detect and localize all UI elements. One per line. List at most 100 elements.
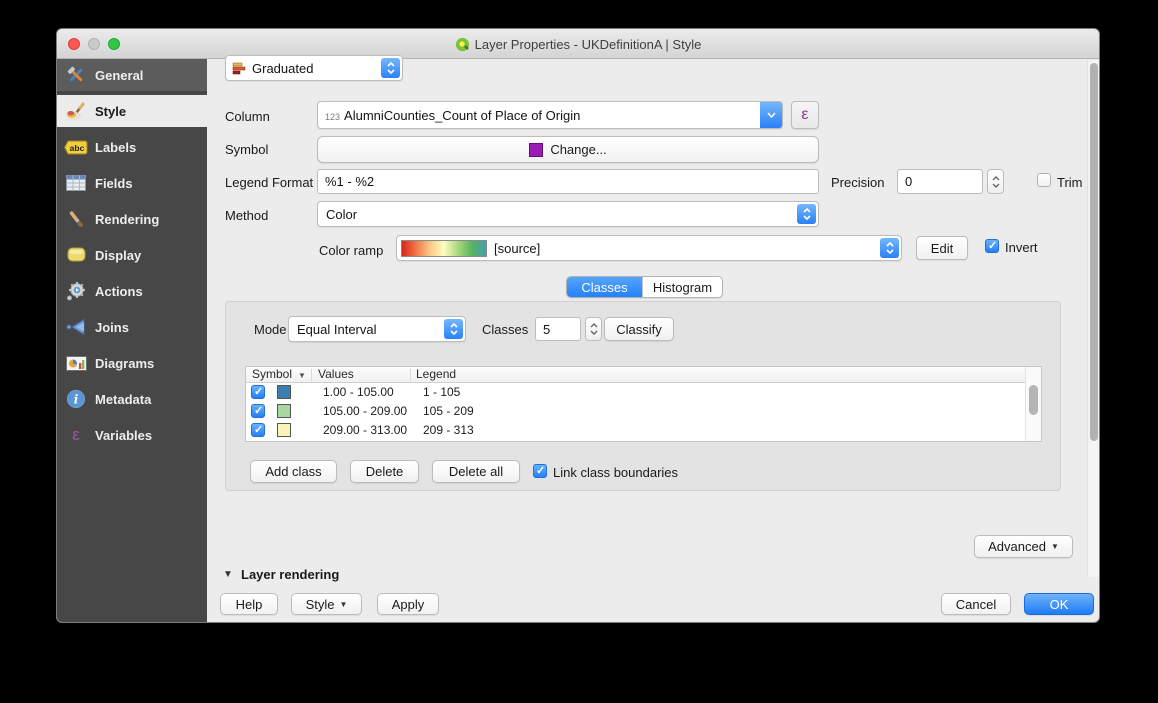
sidebar-item-label: Variables [95, 428, 152, 443]
layer-rendering-header[interactable]: Layer rendering [241, 566, 339, 584]
table-scrollbar-thumb[interactable] [1029, 385, 1038, 415]
advanced-button[interactable]: Advanced▼ [974, 535, 1073, 558]
ok-button[interactable]: OK [1024, 593, 1094, 615]
method-label: Method [225, 207, 268, 225]
classes-count-stepper[interactable] [585, 317, 602, 341]
tab-classes[interactable]: Classes [567, 277, 642, 297]
title-bar: Layer Properties - UKDefinitionA | Style [57, 29, 1099, 59]
mode-combo[interactable]: Equal Interval [288, 316, 466, 342]
invert-checkbox[interactable] [985, 239, 999, 253]
mode-stepper[interactable] [444, 319, 463, 339]
sidebar-item-joins[interactable]: Joins [57, 311, 207, 343]
classes-count-label: Classes [482, 321, 528, 339]
help-button[interactable]: Help [220, 593, 278, 615]
sidebar-item-label: Fields [95, 176, 133, 191]
sidebar-item-style[interactable]: Style [57, 95, 207, 127]
column-header-symbol[interactable]: Symbol [252, 367, 292, 383]
abc-tag-icon: abc [64, 135, 88, 159]
trim-label: Trim [1057, 174, 1083, 192]
sidebar-item-label: Actions [95, 284, 143, 299]
layer-properties-window: Layer Properties - UKDefinitionA | Style… [56, 28, 1100, 623]
apply-button[interactable]: Apply [377, 593, 439, 615]
paintbrush-palette-icon [64, 99, 88, 123]
column-combo[interactable]: 123 AlumniCounties_Count of Place of Ori… [317, 101, 783, 129]
info-icon: i [64, 387, 88, 411]
mode-label: Mode [254, 321, 287, 339]
table-row[interactable]: 105.00 - 209.00 105 - 209 [246, 402, 1025, 421]
sidebar-item-rendering[interactable]: Rendering [57, 203, 207, 235]
table-scrollbar[interactable] [1025, 367, 1041, 441]
add-class-button[interactable]: Add class [250, 460, 337, 483]
chevron-down-icon: ▼ [1051, 542, 1059, 551]
classes-table[interactable]: Symbol ▼ Values Legend 1.00 - 105.00 1 -… [245, 366, 1042, 442]
row-visibility-checkbox[interactable] [251, 404, 265, 418]
vertical-scrollbar[interactable] [1087, 60, 1100, 577]
style-menu-button[interactable]: Style▼ [291, 593, 362, 615]
column-dropdown-button[interactable] [760, 102, 782, 128]
class-color-swatch[interactable] [277, 385, 291, 399]
class-color-swatch[interactable] [277, 404, 291, 418]
classify-button[interactable]: Classify [604, 317, 674, 341]
table-row[interactable]: 209.00 - 313.00 209 - 313 [246, 421, 1025, 440]
collapse-triangle-icon[interactable]: ▼ [223, 569, 233, 580]
sort-descending-icon: ▼ [298, 367, 306, 383]
class-color-swatch[interactable] [277, 423, 291, 437]
edit-ramp-button[interactable]: Edit [916, 236, 968, 260]
trim-checkbox[interactable] [1037, 173, 1051, 187]
sidebar-item-labels[interactable]: abc Labels [57, 131, 207, 163]
sidebar-item-variables[interactable]: ε Variables [57, 419, 207, 451]
color-ramp-preview [401, 240, 487, 257]
sidebar-item-actions[interactable]: Actions [57, 275, 207, 307]
classes-histogram-tabs: Classes Histogram [566, 276, 723, 298]
precision-stepper[interactable] [987, 169, 1004, 194]
map-tip-icon [64, 243, 88, 267]
method-stepper[interactable] [797, 204, 816, 224]
expression-builder-button[interactable]: ε [791, 101, 819, 129]
sidebar-item-label: Rendering [95, 212, 159, 227]
renderer-combo[interactable]: Graduated [225, 55, 403, 81]
graduated-symbol-icon [232, 62, 246, 75]
chevron-up-icon [387, 62, 395, 67]
row-visibility-checkbox[interactable] [251, 385, 265, 399]
chevron-down-icon: ▼ [339, 600, 347, 609]
chevron-down-icon [450, 330, 458, 335]
delete-button[interactable]: Delete [350, 460, 419, 483]
cancel-button[interactable]: Cancel [941, 593, 1011, 615]
chevron-down-icon [992, 183, 1000, 188]
chevron-up-icon [992, 176, 1000, 181]
qgis-logo-icon [455, 37, 470, 52]
legend-format-input[interactable]: %1 - %2 [317, 169, 819, 194]
column-header-values[interactable]: Values [318, 367, 354, 383]
legend-format-label: Legend Format [225, 174, 313, 192]
color-ramp-stepper[interactable] [880, 238, 899, 258]
sidebar-item-label: Style [95, 104, 126, 119]
tab-histogram[interactable]: Histogram [642, 277, 722, 297]
column-header-legend[interactable]: Legend [416, 367, 456, 383]
sidebar-item-general[interactable]: General [57, 59, 207, 91]
color-ramp-combo[interactable]: [source] [396, 235, 902, 261]
sidebar-item-fields[interactable]: Fields [57, 167, 207, 199]
column-label: Column [225, 108, 270, 126]
chevron-up-icon [886, 242, 894, 247]
epsilon-icon: ε [64, 423, 88, 447]
invert-label: Invert [1005, 239, 1038, 257]
method-combo[interactable]: Color [317, 201, 819, 227]
sidebar-item-metadata[interactable]: i Metadata [57, 383, 207, 415]
link-class-boundaries-checkbox[interactable] [533, 464, 547, 478]
table-row[interactable]: 1.00 - 105.00 1 - 105 [246, 383, 1025, 402]
sidebar-item-diagrams[interactable]: Diagrams [57, 347, 207, 379]
sidebar-item-label: General [95, 68, 143, 83]
renderer-stepper[interactable] [381, 58, 400, 78]
svg-text:abc: abc [70, 143, 85, 153]
delete-all-button[interactable]: Delete all [432, 460, 520, 483]
table-row[interactable]: 313.00 - 417.00 313 - 417 [246, 440, 1025, 442]
precision-input[interactable]: 0 [897, 169, 983, 194]
symbol-change-button[interactable]: Change... [317, 136, 819, 163]
vertical-scrollbar-thumb[interactable] [1090, 63, 1098, 441]
sidebar-item-display[interactable]: Display [57, 239, 207, 271]
chevron-up-icon [590, 323, 598, 328]
row-visibility-checkbox[interactable] [251, 423, 265, 437]
precision-label: Precision [831, 174, 884, 192]
classes-count-input[interactable]: 5 [535, 317, 581, 341]
color-ramp-label: Color ramp [319, 242, 383, 260]
